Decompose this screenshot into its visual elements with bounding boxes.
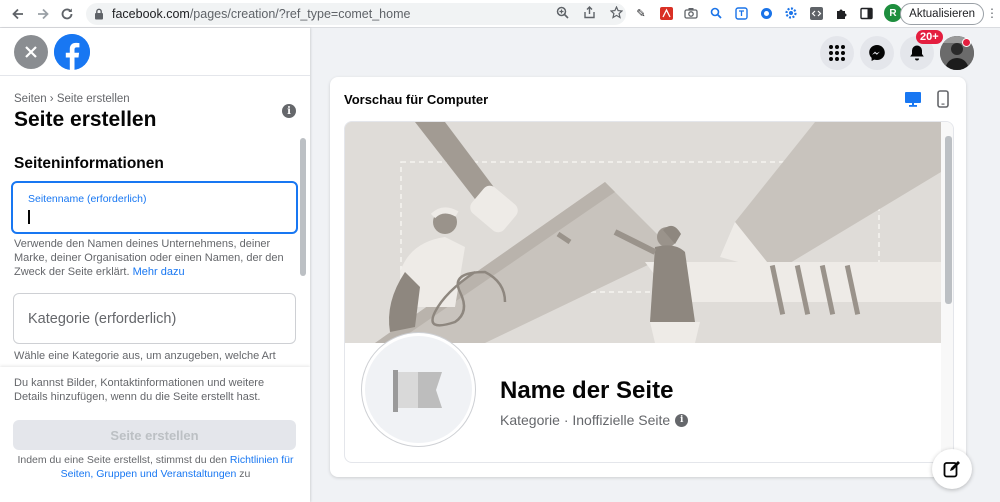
address-actions xyxy=(556,6,623,19)
category-helper: Wähle eine Kategorie aus, um anzugeben, … xyxy=(14,350,276,362)
translate-icon[interactable] xyxy=(734,6,748,20)
scrollbar[interactable] xyxy=(300,138,306,276)
text-caret xyxy=(28,210,30,224)
grid-menu-icon xyxy=(829,45,845,61)
url-path: /pages/creation/?ref_type=comet_home xyxy=(189,7,411,21)
extensions-bar: ✎ R xyxy=(634,4,902,22)
panel-header xyxy=(0,28,310,76)
lock-icon xyxy=(94,8,104,20)
star-icon[interactable] xyxy=(610,6,623,19)
footer-info-text: Du kannst Bilder, Kontaktinformationen u… xyxy=(14,377,265,403)
cover-illustration xyxy=(345,122,941,343)
panel-footer: Du kannst Bilder, Kontaktinformationen u… xyxy=(0,367,310,502)
reload-icon[interactable] xyxy=(55,2,79,26)
page-name-helper: Verwende den Namen deines Unternehmens, … xyxy=(14,237,299,279)
category-placeholder: Kategorie (erforderlich) xyxy=(28,310,177,327)
preview-page-name: Name der Seite xyxy=(500,377,674,404)
profile-picture-placeholder xyxy=(362,333,475,446)
compose-button[interactable] xyxy=(932,449,972,489)
status-dot xyxy=(962,38,971,47)
security-icon[interactable] xyxy=(759,6,773,20)
share-icon[interactable] xyxy=(583,6,596,19)
mobile-preview-icon[interactable] xyxy=(936,90,950,113)
close-button[interactable] xyxy=(14,34,48,69)
category-input[interactable]: Kategorie (erforderlich) xyxy=(13,293,296,344)
flag-icon xyxy=(392,369,442,412)
top-nav xyxy=(820,36,974,70)
bell-icon xyxy=(910,45,924,61)
address-bar[interactable]: facebook.com/pages/creation/?ref_type=co… xyxy=(86,3,626,25)
create-page-button[interactable]: Seite erstellen xyxy=(13,420,296,450)
page-name-input[interactable]: Seitenname (erforderlich) xyxy=(11,181,298,234)
page-name-label: Seitenname (erforderlich) xyxy=(28,193,147,205)
notification-badge: 20+ xyxy=(916,30,943,44)
learn-more-link[interactable]: Mehr dazu xyxy=(133,266,185,278)
sidepanel-icon[interactable] xyxy=(859,6,873,20)
menu-button[interactable] xyxy=(820,36,854,70)
update-button[interactable]: Aktualisieren xyxy=(900,3,984,25)
terms-prefix: Indem du eine Seite erstellst, stimmst d… xyxy=(17,454,227,466)
browser-toolbar: facebook.com/pages/creation/?ref_type=co… xyxy=(0,0,1000,28)
gear-icon[interactable] xyxy=(784,6,798,20)
messenger-button[interactable] xyxy=(860,36,894,70)
code-icon[interactable] xyxy=(809,6,823,20)
puzzle-icon[interactable] xyxy=(834,6,848,20)
breadcrumb[interactable]: Seiten › Seite erstellen xyxy=(14,93,130,105)
section-title: Seiteninformationen xyxy=(14,155,164,172)
eyedropper-icon[interactable]: ✎ xyxy=(634,6,648,20)
facebook-logo[interactable] xyxy=(54,33,90,70)
preview-page-meta: Kategorie · Inoffizielle Seite i xyxy=(500,412,689,428)
info-icon[interactable]: i xyxy=(282,104,296,118)
magnifier-icon[interactable] xyxy=(709,6,723,20)
terms-text: Indem du eine Seite erstellst, stimmst d… xyxy=(14,453,297,481)
messenger-icon xyxy=(869,45,885,61)
preview-scrollbar[interactable] xyxy=(941,122,953,462)
desktop-preview-icon[interactable] xyxy=(904,90,922,113)
close-icon xyxy=(25,45,37,58)
page-preview-frame: Name der Seite Kategorie · Inoffizielle … xyxy=(344,121,954,463)
zoom-icon[interactable] xyxy=(556,6,569,19)
forward-icon[interactable] xyxy=(31,2,55,26)
terms-suffix: zu xyxy=(239,468,251,480)
edit-icon xyxy=(943,461,960,478)
camera-icon[interactable] xyxy=(684,6,698,20)
preview-category: Kategorie · Inoffizielle Seite xyxy=(500,412,671,428)
preview-card: Vorschau für Computer Name der Seite Kat… xyxy=(330,77,966,477)
kebab-menu-icon[interactable]: ⋮ xyxy=(986,6,998,20)
preview-title: Vorschau für Computer xyxy=(344,92,489,107)
pdf-icon[interactable] xyxy=(659,6,673,20)
create-page-panel: Seiten › Seite erstellen Seite erstellen… xyxy=(0,28,310,502)
back-icon[interactable] xyxy=(6,2,30,26)
page-title: Seite erstellen xyxy=(14,108,157,131)
info-icon[interactable]: i xyxy=(675,413,689,427)
url-domain: facebook.com xyxy=(112,7,190,21)
